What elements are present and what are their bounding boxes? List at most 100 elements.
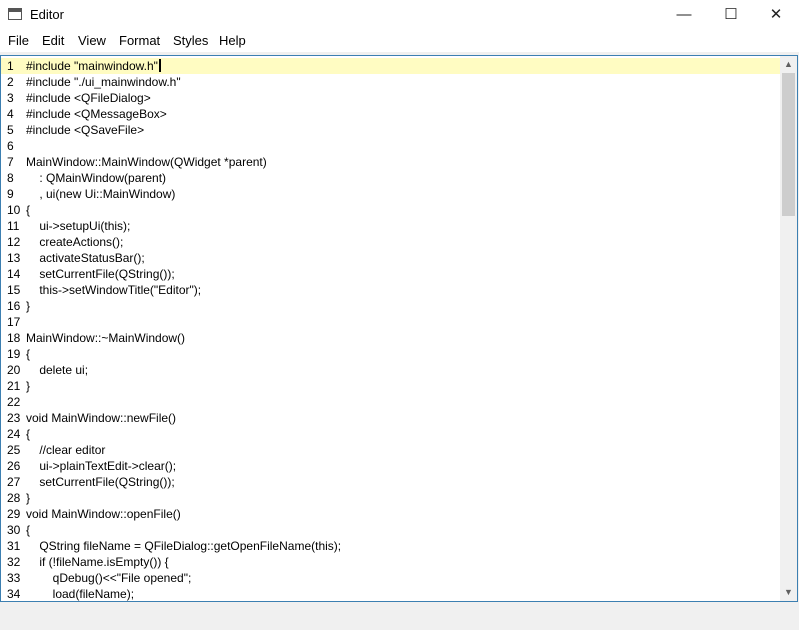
line-number: 8	[7, 171, 14, 185]
code-text[interactable]: createActions();	[26, 235, 123, 249]
code-text[interactable]: void MainWindow::newFile()	[26, 411, 176, 425]
text-cursor	[158, 59, 161, 72]
code-line[interactable]: 6	[1, 138, 781, 154]
code-text[interactable]: , ui(new Ui::MainWindow)	[26, 187, 175, 201]
menu-edit[interactable]: Edit	[42, 33, 64, 48]
code-text[interactable]: {	[26, 427, 30, 441]
code-text[interactable]: ui->plainTextEdit->clear();	[26, 459, 176, 473]
code-line[interactable]: 25 //clear editor	[1, 442, 781, 458]
code-text[interactable]: {	[26, 203, 30, 217]
menu-format[interactable]: Format	[119, 33, 160, 48]
code-line[interactable]: 1 #include "mainwindow.h"	[1, 58, 781, 74]
line-number: 19	[7, 347, 21, 361]
line-number: 9	[7, 187, 14, 201]
code-line[interactable]: 19 {	[1, 346, 781, 362]
line-number: 13	[7, 251, 21, 265]
menu-help[interactable]: Help	[219, 33, 246, 48]
line-number: 21	[7, 379, 21, 393]
code-text[interactable]: load(fileName);	[26, 587, 134, 601]
code-line[interactable]: 23 void MainWindow::newFile()	[1, 410, 781, 426]
code-text[interactable]: this->setWindowTitle("Editor");	[26, 283, 201, 297]
scroll-down-icon[interactable]: ▼	[780, 584, 797, 601]
code-line[interactable]: 28}	[1, 490, 781, 506]
code-line[interactable]: 12 createActions();	[1, 234, 781, 250]
code-editor[interactable]: 34 load(fileName); 33 qDebug()<<"File ope…	[0, 55, 798, 602]
code-line[interactable]: 29 void MainWindow::openFile()	[1, 506, 781, 522]
code-line[interactable]: 2 #include "./ui_mainwindow.h"	[1, 74, 781, 90]
code-line[interactable]: 3 #include <QFileDialog>	[1, 90, 781, 106]
code-text[interactable]: {	[26, 347, 30, 361]
code-line[interactable]: 31 QString fileName = QFileDialog::getOp…	[1, 538, 781, 554]
line-number: 16	[7, 299, 21, 313]
code-line[interactable]: 15 this->setWindowTitle("Editor");	[1, 282, 781, 298]
code-line[interactable]: 10 {	[1, 202, 781, 218]
code-text[interactable]: activateStatusBar();	[26, 251, 144, 265]
code-text[interactable]: #include <QFileDialog>	[26, 91, 151, 105]
vertical-scrollbar[interactable]: ▲ ▼	[780, 56, 797, 601]
code-line[interactable]: 5 #include <QSaveFile>	[1, 122, 781, 138]
menu-view[interactable]: View	[78, 33, 106, 48]
code-text[interactable]: setCurrentFile(QString());	[26, 267, 174, 281]
code-text[interactable]: #include <QMessageBox>	[26, 107, 167, 121]
code-line[interactable]: 4 #include <QMessageBox>	[1, 106, 781, 122]
line-number: 25	[7, 443, 21, 457]
code-line[interactable]: 8 : QMainWindow(parent)	[1, 170, 781, 186]
menu-file[interactable]: File	[8, 33, 29, 48]
line-number: 34	[7, 587, 21, 601]
code-text[interactable]: setCurrentFile(QString());	[26, 475, 174, 489]
code-text[interactable]: }	[26, 299, 30, 313]
code-text[interactable]: void MainWindow::openFile()	[26, 507, 181, 521]
code-text[interactable]: }	[26, 491, 30, 505]
code-text[interactable]: ui->setupUi(this);	[26, 219, 130, 233]
code-line[interactable]: 18 MainWindow::~MainWindow()	[1, 330, 781, 346]
code-text[interactable]: QString fileName = QFileDialog::getOpenF…	[26, 539, 341, 553]
line-number: 22	[7, 395, 21, 409]
line-number: 12	[7, 235, 21, 249]
code-line[interactable]: 22	[1, 394, 781, 410]
code-text[interactable]: if (!fileName.isEmpty()) {	[26, 555, 168, 569]
code-line[interactable]: 11 ui->setupUi(this);	[1, 218, 781, 234]
minimize-button[interactable]: —	[661, 0, 707, 30]
line-number: 2	[7, 75, 14, 89]
code-text[interactable]: MainWindow::~MainWindow()	[26, 331, 185, 345]
code-line[interactable]: 34 load(fileName);	[1, 586, 781, 601]
scrollbar-thumb[interactable]	[782, 73, 795, 216]
code-line[interactable]: 33 qDebug()<<"File opened";	[1, 570, 781, 586]
maximize-button[interactable]: ☐	[708, 0, 754, 30]
code-line[interactable]: 20 delete ui;	[1, 362, 781, 378]
code-text[interactable]: #include "mainwindow.h"	[26, 59, 161, 73]
code-line[interactable]: 13 activateStatusBar();	[1, 250, 781, 266]
menu-styles[interactable]: Styles	[173, 33, 208, 48]
code-line[interactable]: 32 if (!fileName.isEmpty()) {	[1, 554, 781, 570]
code-line[interactable]: 27 setCurrentFile(QString());	[1, 474, 781, 490]
code-text[interactable]: {	[26, 523, 30, 537]
line-number: 11	[7, 219, 20, 233]
code-text[interactable]: delete ui;	[26, 363, 88, 377]
code-line[interactable]: 17	[1, 314, 781, 330]
menu-bar: File Edit View Format Styles Help	[0, 30, 799, 52]
code-text[interactable]: MainWindow::MainWindow(QWidget *parent)	[26, 155, 267, 169]
code-line[interactable]: 7 MainWindow::MainWindow(QWidget *parent)	[1, 154, 781, 170]
code-text[interactable]: #include <QSaveFile>	[26, 123, 144, 137]
line-number: 17	[7, 315, 21, 329]
code-line[interactable]: 26 ui->plainTextEdit->clear();	[1, 458, 781, 474]
line-number: 23	[7, 411, 21, 425]
line-number: 20	[7, 363, 21, 377]
line-number: 18	[7, 331, 21, 345]
line-number: 4	[7, 107, 14, 121]
code-text[interactable]: }	[26, 379, 30, 393]
code-text[interactable]: qDebug()<<"File opened";	[26, 571, 192, 585]
code-line[interactable]: 30 {	[1, 522, 781, 538]
window-app-icon	[8, 8, 22, 20]
code-text[interactable]: : QMainWindow(parent)	[26, 171, 166, 185]
code-line[interactable]: 16}	[1, 298, 781, 314]
close-button[interactable]: ✕	[753, 0, 799, 30]
code-line[interactable]: 24 {	[1, 426, 781, 442]
code-line[interactable]: 21}	[1, 378, 781, 394]
line-number: 32	[7, 555, 21, 569]
code-line[interactable]: 14 setCurrentFile(QString());	[1, 266, 781, 282]
code-text[interactable]: //clear editor	[26, 443, 105, 457]
scroll-up-icon[interactable]: ▲	[780, 56, 797, 73]
code-text[interactable]: #include "./ui_mainwindow.h"	[26, 75, 181, 89]
code-line[interactable]: 9 , ui(new Ui::MainWindow)	[1, 186, 781, 202]
